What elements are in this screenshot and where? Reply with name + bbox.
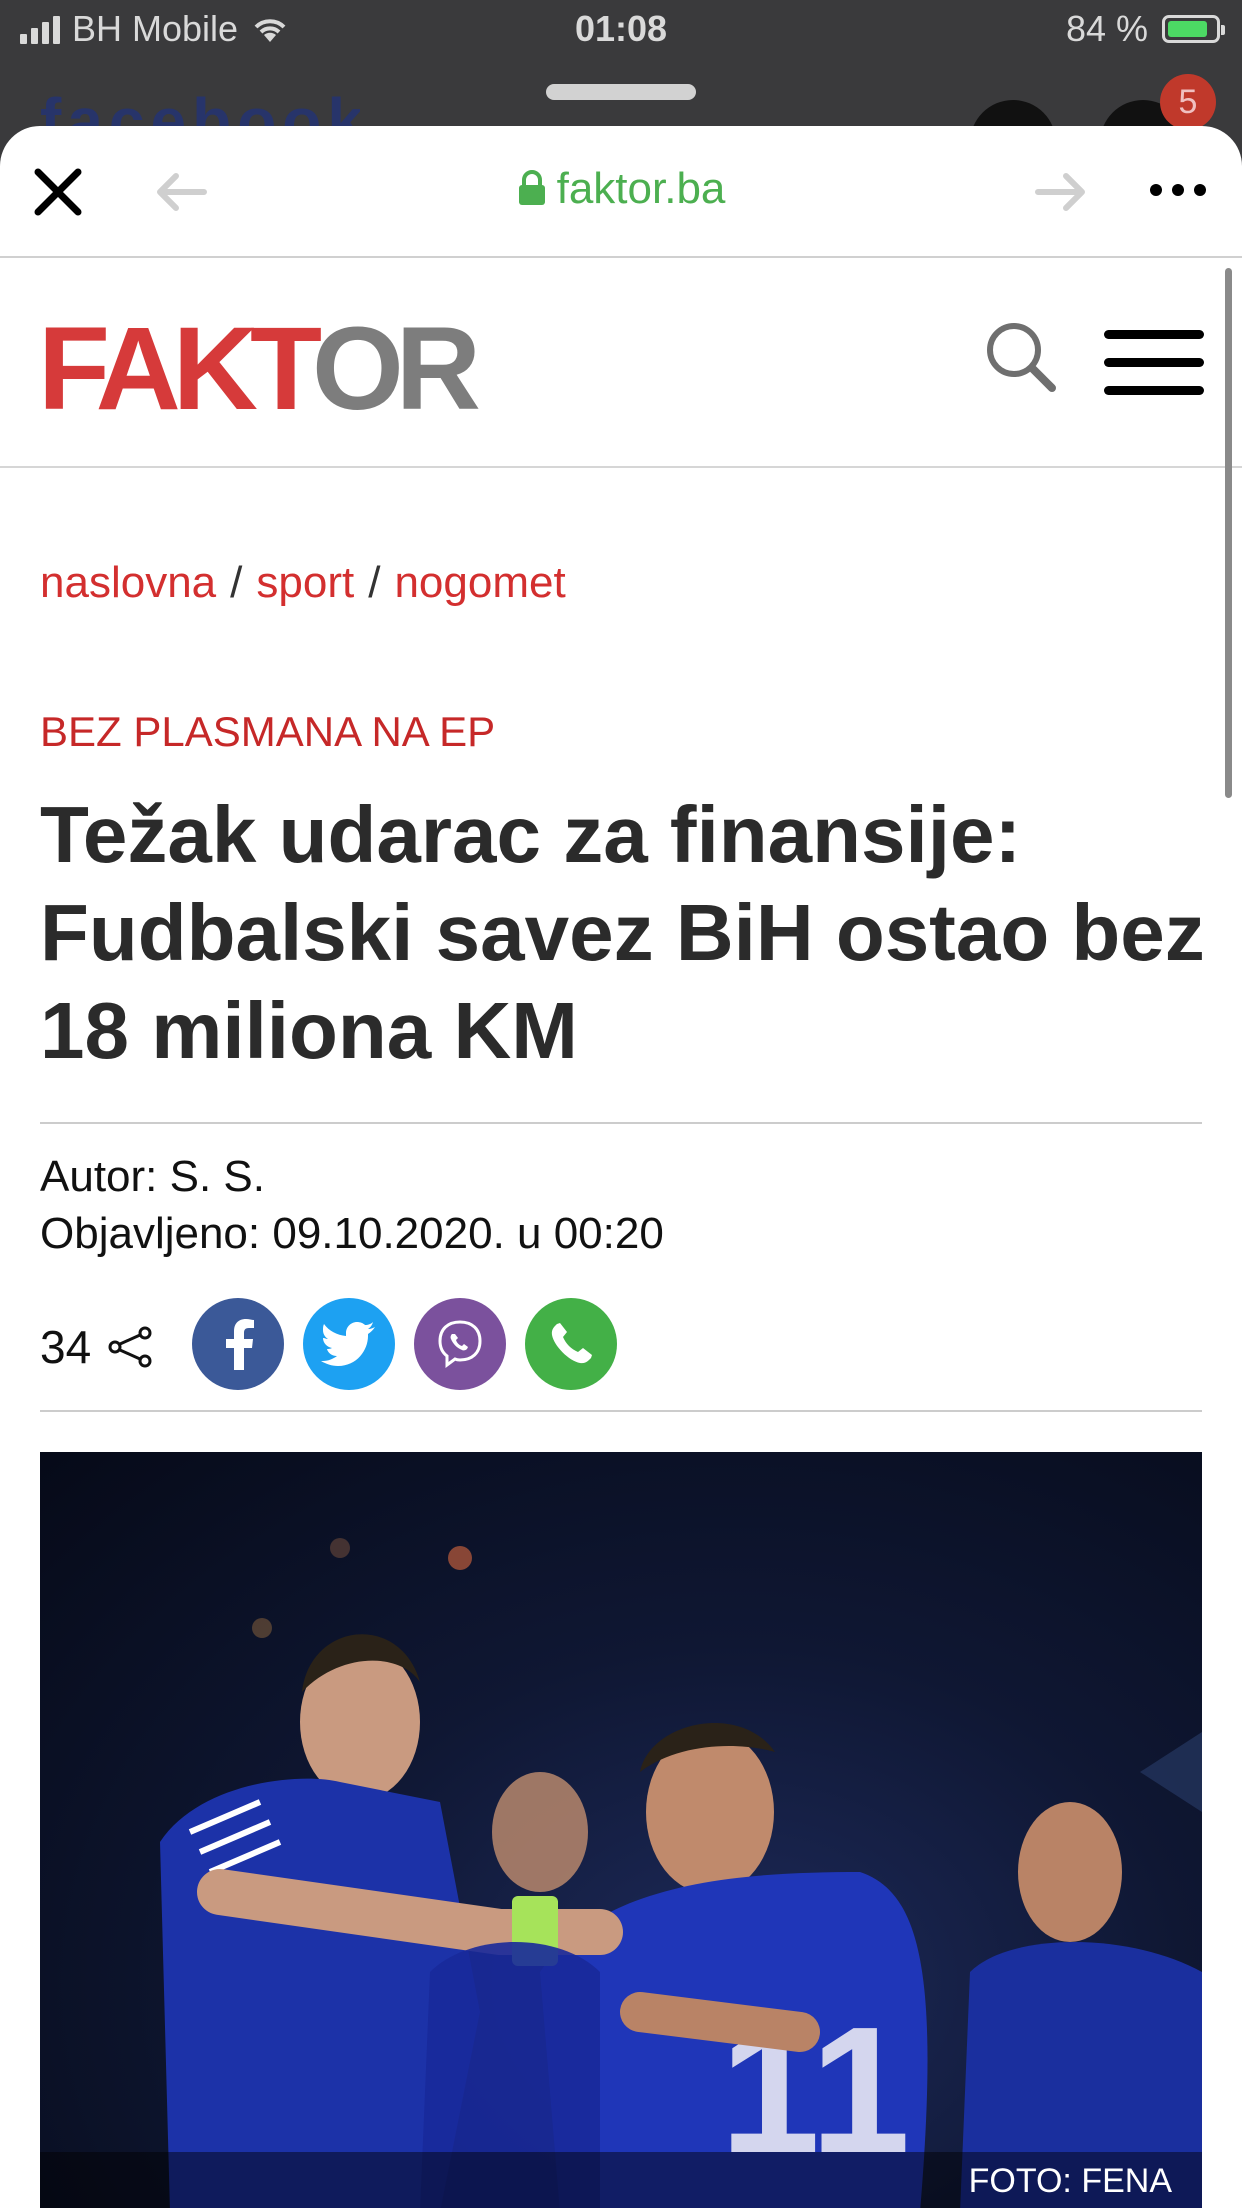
battery-icon — [1162, 15, 1225, 43]
article-author: Autor: S. S. — [40, 1152, 265, 1201]
status-bar: BH Mobile 01:08 84 % — [0, 0, 1242, 62]
breadcrumb-naslovna[interactable]: naslovna — [40, 558, 216, 607]
site-header: FAKTOR — [0, 256, 1242, 468]
hamburger-menu-icon[interactable] — [1104, 330, 1204, 396]
facebook-icon — [226, 1319, 254, 1370]
clock: 01:08 — [574, 8, 668, 49]
share-icon — [108, 1326, 152, 1368]
search-icon[interactable] — [980, 316, 1060, 396]
share-count: 34 — [40, 1320, 155, 1374]
twitter-icon — [321, 1322, 375, 1366]
sheet-grabber[interactable] — [546, 84, 696, 100]
forward-arrow-icon[interactable] — [1034, 170, 1090, 214]
breadcrumb-separator: / — [230, 558, 243, 607]
in-app-browser: faktor.ba FAKTOR naslovna / sport / nogomet … — [0, 126, 1242, 2208]
article-headline: Težak udarac za finansije: Fudbalski sav… — [40, 790, 1205, 1075]
breadcrumb: naslovna / sport / nogomet — [40, 558, 566, 608]
breadcrumb-nogomet[interactable]: nogomet — [394, 558, 565, 607]
viber-share-button[interactable] — [414, 1298, 506, 1390]
article-published-date: Objavljeno: 09.10.2020. u 00:20 — [40, 1209, 664, 1258]
divider — [40, 1122, 1202, 1124]
photo-credit: FOTO: FENA — [968, 2162, 1172, 2200]
viber-icon — [438, 1320, 482, 1368]
url-text: faktor.ba — [556, 164, 726, 213]
site-logo[interactable]: FAKTOR — [38, 310, 481, 428]
background-app-logo: facebook — [40, 85, 360, 128]
photo-credit-bar: FOTO: FENA — [40, 2152, 1202, 2208]
twitter-share-button[interactable] — [303, 1298, 395, 1390]
article-kicker: BEZ PLASMANA NA EP — [40, 708, 496, 755]
divider — [40, 1410, 1202, 1412]
whatsapp-share-button[interactable] — [525, 1298, 617, 1390]
lock-icon — [518, 170, 545, 205]
share-row: 34 — [40, 1298, 1202, 1390]
browser-toolbar: faktor.ba — [0, 126, 1242, 258]
more-options-icon[interactable] — [1150, 184, 1206, 196]
phone-icon — [551, 1323, 592, 1364]
article-meta: Autor: S. S. Objavljeno: 09.10.2020. u 0… — [40, 1148, 664, 1262]
breadcrumb-sport[interactable]: sport — [256, 558, 354, 607]
scrollbar[interactable] — [1225, 268, 1232, 798]
battery-percent: 84 % — [1065, 8, 1148, 49]
breadcrumb-separator: / — [368, 558, 381, 607]
share-count-value: 34 — [40, 1321, 92, 1373]
article-hero-image[interactable]: 11 — [40, 1452, 1202, 2208]
notification-badge: 5 — [1160, 74, 1216, 130]
facebook-share-button[interactable] — [192, 1298, 284, 1390]
players-photo-illustration: 11 — [160, 1538, 1202, 2208]
